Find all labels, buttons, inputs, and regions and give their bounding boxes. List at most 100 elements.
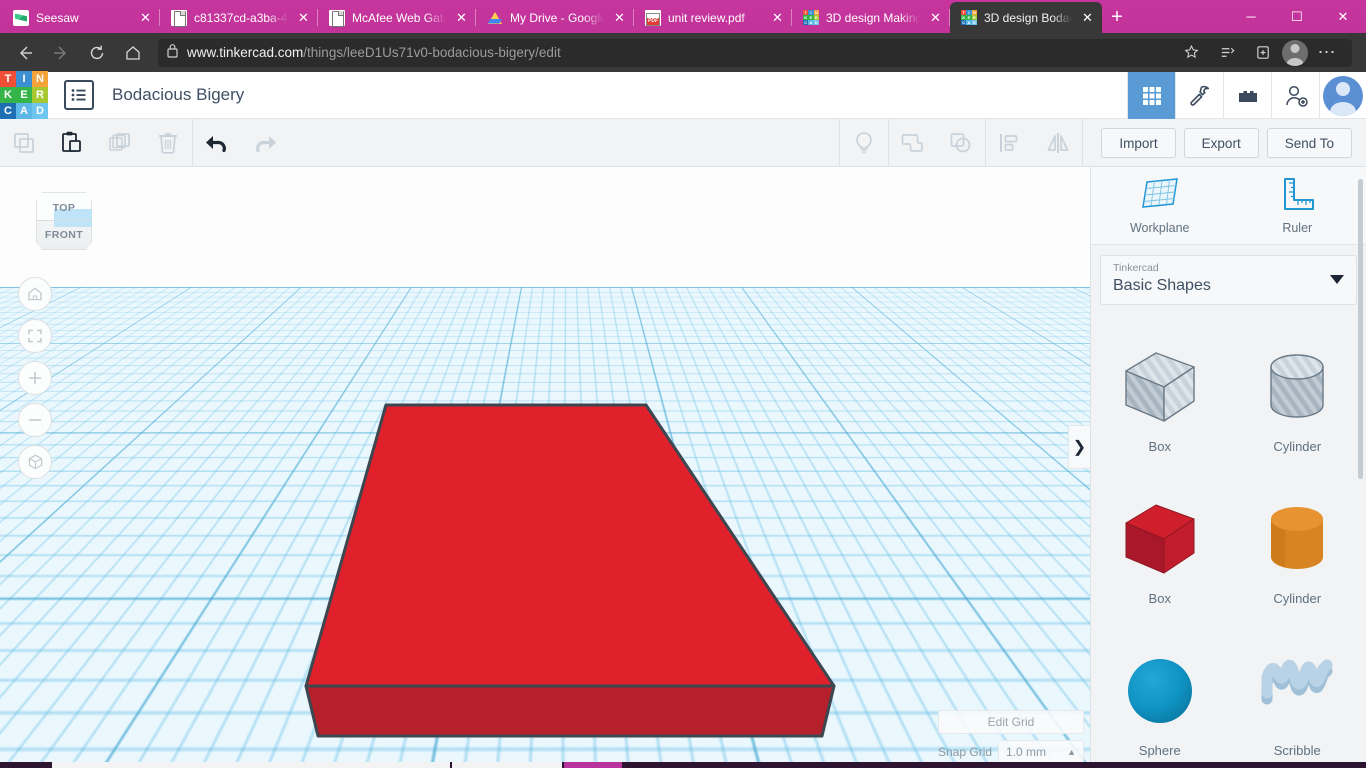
shape-item-scribble[interactable]: Scribble xyxy=(1229,627,1366,768)
edit-toolbar: Import Export Send To xyxy=(0,118,1366,167)
shape-label: Scribble xyxy=(1273,742,1321,758)
send-to-button[interactable]: Send To xyxy=(1266,128,1352,158)
new-tab-button[interactable]: + xyxy=(1102,2,1132,33)
shape-item-box-hole[interactable]: Box xyxy=(1091,323,1229,475)
collections-icon[interactable] xyxy=(1210,38,1244,68)
panel-scrollbar[interactable] xyxy=(1358,179,1363,479)
tab-close-icon[interactable]: ✕ xyxy=(295,9,312,26)
browser-tab[interactable]: My Drive - Google ✕ xyxy=(476,2,634,33)
favorite-star-icon[interactable] xyxy=(1174,38,1208,68)
list-menu-icon[interactable] xyxy=(64,80,94,110)
browser-tab[interactable]: unit review.pdf ✕ xyxy=(634,2,792,33)
view-cube-top-label[interactable]: TOP xyxy=(36,202,92,214)
browser-tab[interactable]: Seesaw ✕ xyxy=(2,2,160,33)
delete-trash-icon[interactable] xyxy=(144,119,192,167)
taskbar-sliver xyxy=(0,762,1366,768)
minimize-button[interactable]: ─ xyxy=(1228,0,1274,33)
browser-toolbar: www.tinkercad.com/things/leeD1Us71v0-bod… xyxy=(0,33,1366,72)
box-hole-icon xyxy=(1118,345,1202,429)
tab-close-icon[interactable]: ✕ xyxy=(927,9,944,26)
back-button[interactable] xyxy=(8,38,42,68)
reload-button[interactable] xyxy=(80,38,114,68)
lightbulb-hint-icon[interactable] xyxy=(840,119,888,167)
duplicate-icon[interactable] xyxy=(96,119,144,167)
cylinder-solid-icon xyxy=(1255,497,1339,581)
import-button[interactable]: Import xyxy=(1101,128,1176,158)
settings-more-icon[interactable]: ⋯ xyxy=(1310,38,1344,68)
logo-tile: T xyxy=(0,71,16,87)
tab-close-icon[interactable]: ✕ xyxy=(453,9,470,26)
browser-essentials-icon[interactable] xyxy=(1246,38,1280,68)
export-button[interactable]: Export xyxy=(1183,128,1259,158)
view-cube-front-label[interactable]: FRONT xyxy=(36,229,92,241)
logo-tile: E xyxy=(16,87,32,103)
zoom-in-button[interactable] xyxy=(18,361,52,395)
forward-button[interactable] xyxy=(44,38,78,68)
shape-item-cylinder-hole[interactable]: Cylinder xyxy=(1229,323,1366,475)
undo-icon[interactable] xyxy=(193,119,241,167)
scribble-icon xyxy=(1255,649,1339,733)
3d-viewport[interactable]: Workplane TOP FRONT xyxy=(0,167,1090,768)
workplane-grid[interactable] xyxy=(0,167,1090,287)
tab-close-icon[interactable]: ✕ xyxy=(769,9,786,26)
zoom-out-button[interactable] xyxy=(18,403,52,437)
shape-item-box-solid[interactable]: Box xyxy=(1091,475,1229,627)
edit-grid-button[interactable]: Edit Grid xyxy=(938,710,1084,734)
redo-icon[interactable] xyxy=(241,119,289,167)
tab-title: Seesaw xyxy=(36,10,79,25)
collapse-panel-button[interactable]: ❯ xyxy=(1068,425,1090,469)
browser-tab[interactable]: McAfee Web Gate ✕ xyxy=(318,2,476,33)
view-cube[interactable]: TOP FRONT xyxy=(30,184,98,254)
align-icon[interactable] xyxy=(986,119,1034,167)
tab-close-icon[interactable]: ✕ xyxy=(137,9,154,26)
brick-blocks-icon[interactable] xyxy=(1223,72,1271,119)
red-box-shape[interactable] xyxy=(294,396,854,751)
address-bar[interactable]: www.tinkercad.com/things/leeD1Us71v0-bod… xyxy=(158,38,1352,68)
workplane-tool[interactable]: Workplane xyxy=(1091,167,1229,244)
page-title[interactable]: Bodacious Bigery xyxy=(112,85,244,105)
url-text: www.tinkercad.com/things/leeD1Us71v0-bod… xyxy=(187,45,561,60)
browser-tab-active[interactable]: TIN KER CAD 3D design Bodacio ✕ xyxy=(950,2,1102,33)
perspective-toggle-button[interactable] xyxy=(18,445,52,479)
apps-grid-icon[interactable] xyxy=(1127,72,1175,119)
shape-label: Box xyxy=(1148,438,1171,454)
window-controls: ─ ☐ ✕ xyxy=(1228,0,1366,33)
tab-close-icon[interactable]: ✕ xyxy=(611,9,628,26)
browser-window: Seesaw ✕ c81337cd-a3ba-44 ✕ McAfee Web G… xyxy=(0,0,1366,768)
tab-title: unit review.pdf xyxy=(668,10,745,25)
user-avatar[interactable] xyxy=(1319,72,1366,119)
tab-strip: Seesaw ✕ c81337cd-a3ba-44 ✕ McAfee Web G… xyxy=(0,0,1366,33)
close-window-button[interactable]: ✕ xyxy=(1320,0,1366,33)
tinkercad-logo-icon[interactable]: T I N K E R C A D xyxy=(0,71,48,119)
snap-grid-value: 1.0 mm xyxy=(1006,745,1047,759)
google-drive-icon xyxy=(487,10,503,26)
hammer-tools-icon[interactable] xyxy=(1175,72,1223,119)
workplane-icon xyxy=(1139,176,1181,215)
shape-library-select[interactable]: Tinkercad Basic Shapes xyxy=(1100,255,1357,305)
profile-avatar-icon[interactable] xyxy=(1282,39,1308,66)
omnibox-actions: ⋯ xyxy=(1174,38,1344,68)
shape-item-sphere[interactable]: Sphere xyxy=(1091,627,1229,768)
snap-grid-select[interactable]: 1.0 mm ▲ xyxy=(998,740,1084,764)
browser-tab[interactable]: TIN KER CAD 3D design Making ✕ xyxy=(792,2,950,33)
taskbar-segment xyxy=(452,762,562,768)
ungroup-icon[interactable] xyxy=(937,119,985,167)
add-person-icon[interactable] xyxy=(1271,72,1319,119)
tab-close-icon[interactable]: ✕ xyxy=(1079,9,1096,26)
ruler-tool[interactable]: Ruler xyxy=(1229,167,1366,244)
paste-icon[interactable] xyxy=(48,119,96,167)
maximize-button[interactable]: ☐ xyxy=(1274,0,1320,33)
home-view-button[interactable] xyxy=(18,277,52,311)
browser-tab[interactable]: c81337cd-a3ba-44 ✕ xyxy=(160,2,318,33)
chevron-down-icon[interactable] xyxy=(1330,275,1344,284)
red-box[interactable] xyxy=(300,402,840,742)
logo-tile: N xyxy=(32,71,48,87)
shape-item-cylinder-solid[interactable]: Cylinder xyxy=(1229,475,1366,627)
copy-icon[interactable] xyxy=(0,119,48,167)
document-icon xyxy=(329,9,345,27)
tab-title: c81337cd-a3ba-44 xyxy=(194,10,288,25)
mirror-flip-icon[interactable] xyxy=(1034,119,1082,167)
group-icon[interactable] xyxy=(889,119,937,167)
fit-to-view-button[interactable] xyxy=(18,319,52,353)
home-button[interactable] xyxy=(116,38,150,68)
